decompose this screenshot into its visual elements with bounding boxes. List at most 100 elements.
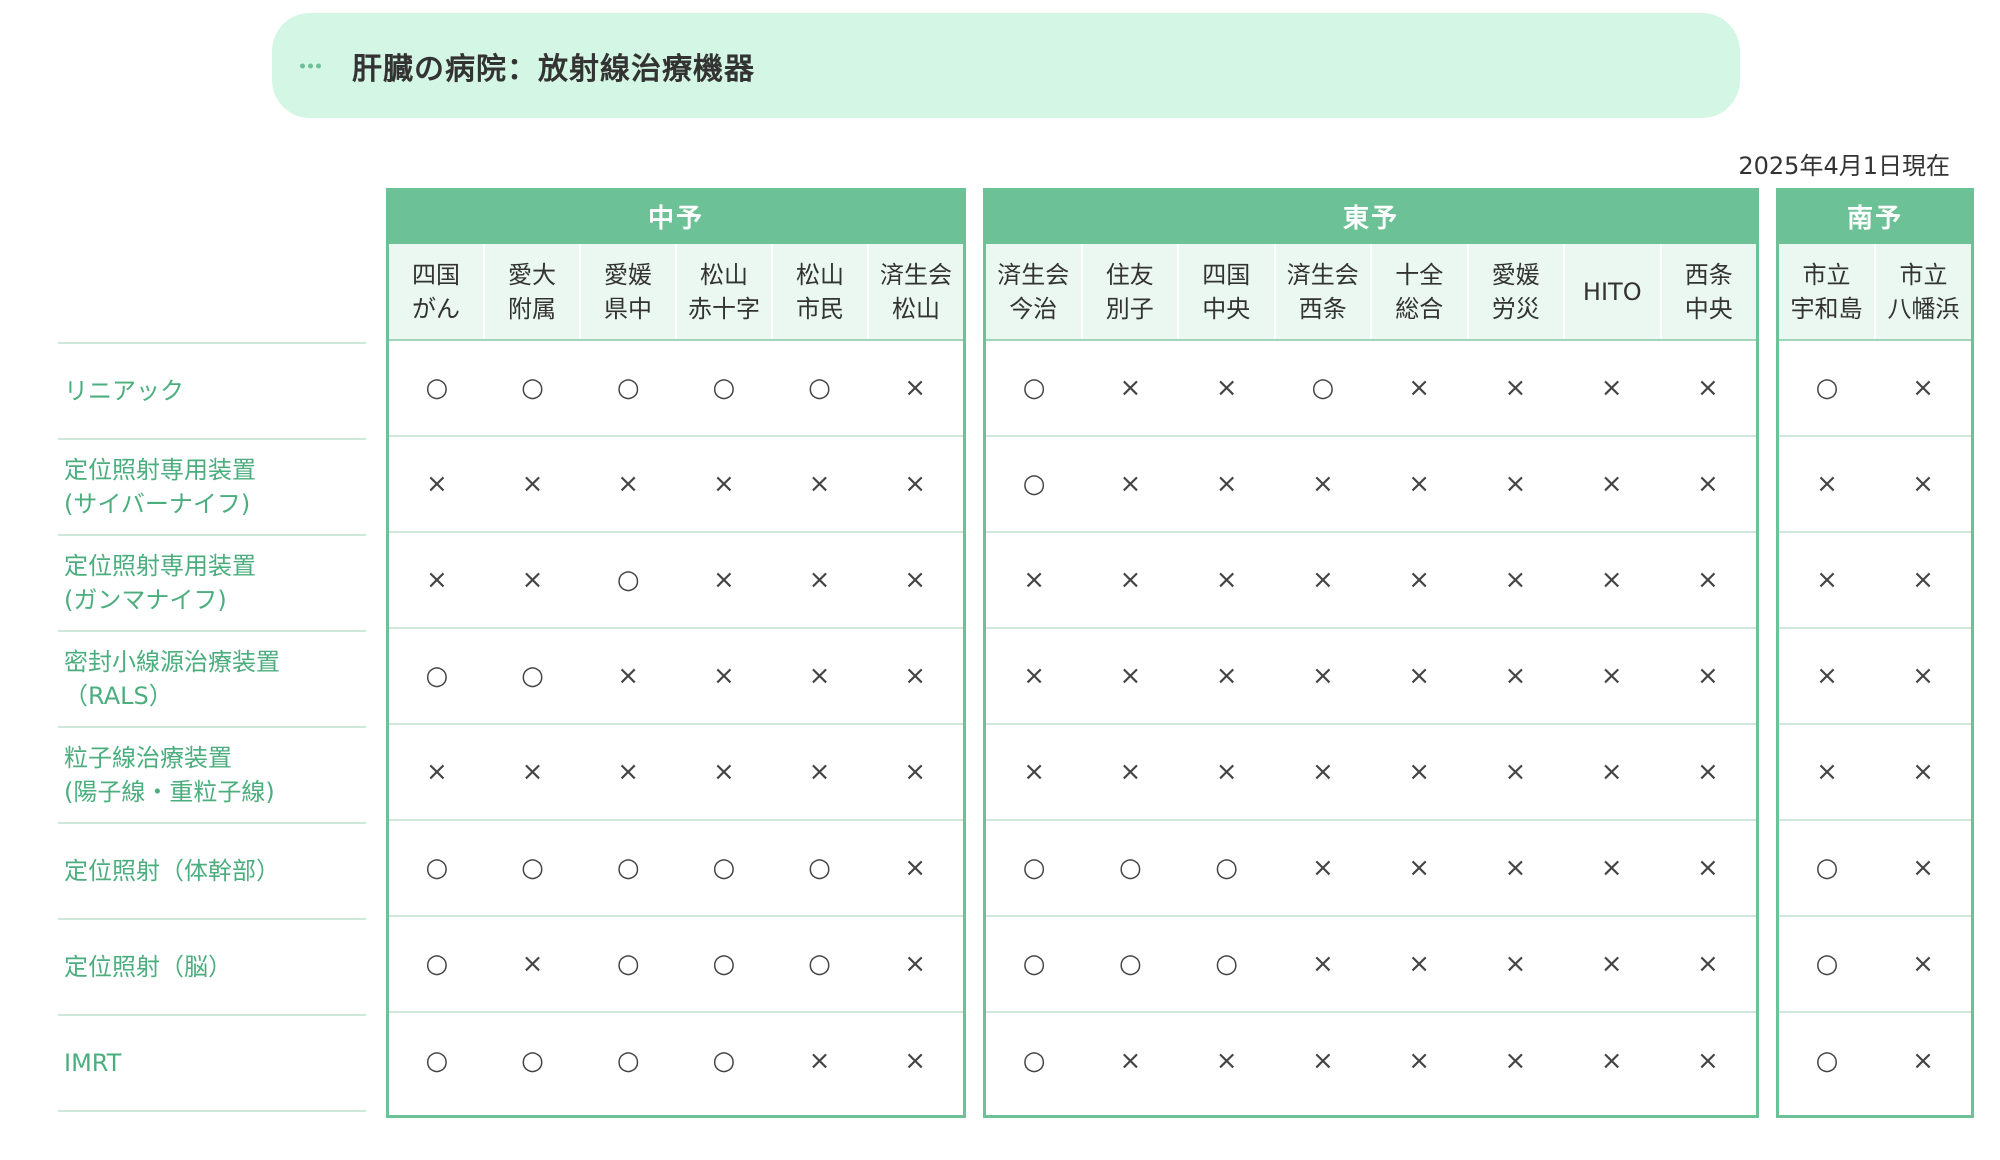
hospital-name: 済生会 今治 [997, 260, 1070, 323]
availability-cell: × [904, 1046, 927, 1076]
availability-cell: × [521, 565, 544, 595]
table-row: × × ○ × × × [389, 533, 963, 629]
availability-cell: × [1696, 373, 1719, 403]
as-of-date: 2025年4月1日現在 [1738, 152, 1950, 180]
availability-cell: ○ [1119, 853, 1142, 883]
availability-cell: ○ [1119, 949, 1142, 979]
treatment-label: 定位照射専用装置 (サイバーナイフ) [58, 438, 366, 534]
availability-cell: × [1215, 661, 1238, 691]
availability-cell: ○ [616, 949, 640, 979]
availability-cell: × [808, 469, 831, 499]
table-row: × × × × × × × × [986, 629, 1756, 725]
table-row: × × × × × × × × [986, 725, 1756, 821]
availability-cell: ○ [808, 373, 831, 403]
availability-cell: ○ [616, 373, 640, 403]
availability-cell: × [1816, 469, 1838, 499]
table-row: × × × × × × [389, 437, 963, 533]
availability-cell: ○ [1815, 373, 1839, 403]
availability-cell: × [1504, 373, 1527, 403]
availability-cell: × [1600, 661, 1623, 691]
table-row: ○ × [1779, 1013, 1971, 1109]
availability-cell: × [1408, 949, 1431, 979]
availability-cell: × [1912, 853, 1934, 883]
availability-cell: × [1215, 373, 1238, 403]
availability-cell: × [1504, 757, 1527, 787]
availability-cell: × [1119, 373, 1142, 403]
availability-cell: × [425, 757, 448, 787]
availability-cell: ○ [425, 1046, 449, 1076]
availability-cell: × [1600, 757, 1623, 787]
availability-cell: × [1912, 373, 1934, 403]
availability-cell: ○ [1215, 949, 1238, 979]
table-row: ○ × [1779, 821, 1971, 917]
availability-cell: × [904, 949, 927, 979]
treatment-label-text: リニアック [64, 377, 184, 405]
availability-cell: × [1696, 757, 1719, 787]
region-group-toyo: 東予 済生会 今治 住友 別子 四国 中央 済生会 西条 十全 総合 愛媛 労災 HITO 西条… [983, 188, 1759, 1118]
availability-cell: × [1816, 565, 1838, 595]
table-row: ○ ○ ○ ○ ○ × [389, 341, 963, 437]
availability-cell: × [1311, 853, 1334, 883]
availability-cell: × [1311, 757, 1334, 787]
availability-cell: × [1408, 853, 1431, 883]
availability-cell: × [904, 469, 927, 499]
availability-cell: ○ [1022, 853, 1046, 883]
availability-cell: × [1504, 565, 1527, 595]
availability-cell: × [1504, 949, 1527, 979]
availability-cell: ○ [1815, 1046, 1839, 1076]
hospital-name: 住友 別子 [1080, 244, 1178, 339]
hospital-name: 愛媛 県中 [579, 244, 675, 339]
hospital-header-row: 済生会 今治 住友 別子 四国 中央 済生会 西条 十全 総合 愛媛 労災 HITO 西条 中… [986, 244, 1756, 341]
availability-cell: × [1311, 661, 1334, 691]
availability-cell: × [1912, 661, 1934, 691]
availability-cell: ○ [1022, 469, 1046, 499]
availability-cell: × [1408, 373, 1431, 403]
availability-cell: × [1504, 1046, 1527, 1076]
treatment-label-text: 定位照射（脳） [64, 953, 232, 981]
page-title: 肝臓の病院：放射線治療機器 [352, 51, 755, 87]
availability-cell: × [425, 565, 448, 595]
availability-cell: × [1023, 565, 1046, 595]
availability-cell: ○ [425, 949, 449, 979]
availability-cell: × [1215, 469, 1238, 499]
availability-cell: × [1912, 1046, 1934, 1076]
availability-cell: × [1408, 565, 1431, 595]
availability-cell: × [1816, 757, 1838, 787]
availability-cell: × [1912, 757, 1934, 787]
region-header: 南予 [1776, 188, 1974, 244]
availability-cell: ○ [712, 853, 736, 883]
hospital-name: 四国 がん [412, 260, 460, 323]
availability-cell: × [1696, 469, 1719, 499]
hospital-header-row: 四国 がん 愛大 附属 愛媛 県中 松山 赤十字 松山 市民 済生会 松山 [389, 244, 963, 341]
treatment-label: IMRT [58, 1014, 366, 1110]
availability-cell: × [1504, 853, 1527, 883]
table-row: ○ × [1779, 341, 1971, 437]
availability-cell: × [1119, 757, 1142, 787]
availability-cell: ○ [1815, 853, 1839, 883]
availability-cell: ○ [1022, 373, 1046, 403]
availability-cell: ○ [521, 661, 544, 691]
treatment-label: 定位照射専用装置 (ガンマナイフ) [58, 534, 366, 630]
availability-cell: ○ [521, 1046, 544, 1076]
availability-cell: × [1408, 1046, 1431, 1076]
table-row: ○ × [1779, 917, 1971, 1013]
availability-cell: ○ [616, 1046, 640, 1076]
availability-cell: × [1311, 949, 1334, 979]
availability-cell: × [1023, 757, 1046, 787]
availability-cell: ○ [1022, 1046, 1046, 1076]
availability-cell: ○ [616, 565, 640, 595]
availability-cell: × [1912, 565, 1934, 595]
availability-cell: × [712, 757, 735, 787]
availability-cell: × [1816, 661, 1838, 691]
availability-cell: ○ [1311, 373, 1335, 403]
table-row: ○ × ○ ○ ○ × [389, 917, 963, 1013]
table-row: × × [1779, 629, 1971, 725]
availability-cell: × [904, 661, 927, 691]
page-title-banner: 肝臓の病院：放射線治療機器 [272, 13, 1740, 118]
availability-cell: × [521, 949, 544, 979]
divider [58, 1110, 366, 1112]
availability-cell: × [904, 757, 927, 787]
availability-cell: × [904, 373, 927, 403]
availability-cell: ○ [616, 853, 640, 883]
hospital-name: 愛媛 労災 [1466, 244, 1564, 339]
